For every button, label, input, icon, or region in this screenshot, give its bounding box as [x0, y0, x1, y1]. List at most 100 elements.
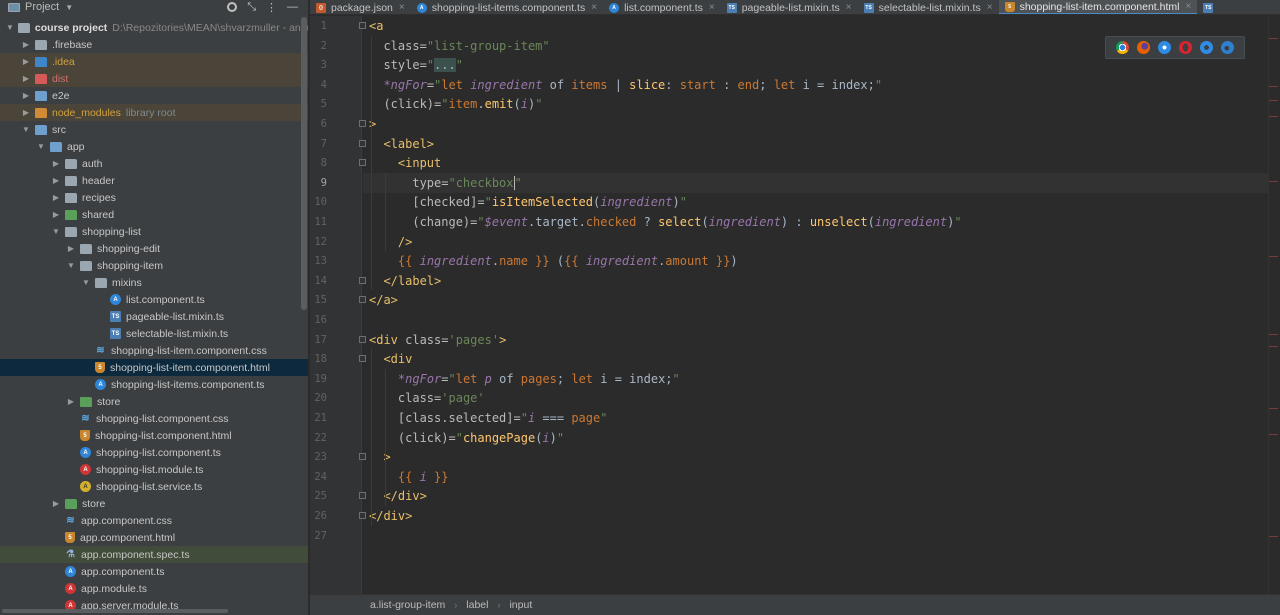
project-tree-item[interactable]: ▼ course project D:\Repozitories\MEAN\shva… — [0, 19, 308, 36]
tab[interactable]: TS pageable-list.mixin.ts × — [721, 0, 858, 14]
project-tree-item[interactable]: ▼ src — [0, 121, 308, 138]
project-tree-item[interactable]: ▶ store — [0, 495, 308, 512]
code-line[interactable]: (click)="changePage(i)" — [369, 428, 564, 448]
chevron-down-icon[interactable]: ▼ — [65, 3, 73, 12]
chevron-right-icon[interactable]: ▶ — [51, 193, 61, 202]
error-stripe-mark[interactable] — [1269, 536, 1278, 537]
error-stripe-mark[interactable] — [1269, 86, 1278, 87]
project-tree-item[interactable]: ▶≋app.component.css — [0, 512, 308, 529]
code-line[interactable]: <a — [369, 16, 383, 36]
chevron-right-icon[interactable]: ▶ — [21, 91, 31, 100]
tab[interactable]: Alist.component.ts × — [603, 0, 721, 14]
fold-marker-icon[interactable] — [359, 22, 366, 29]
chevron-right-icon[interactable]: ▶ — [21, 74, 31, 83]
fold-marker-icon[interactable] — [359, 120, 366, 127]
tab[interactable]: TS selectable-list.mixin.ts × — [858, 0, 999, 14]
project-tree-item[interactable]: ▶TSselectable-list.mixin.ts — [0, 325, 308, 342]
tab[interactable]: {} package.json × — [310, 0, 411, 14]
code-line[interactable]: (change)="$event.target.checked ? select… — [369, 212, 961, 232]
ie-icon[interactable] — [1200, 41, 1213, 54]
project-panel-header[interactable]: Project ▼ ⤡ ⋮ — — [0, 0, 308, 14]
collapse-all-icon[interactable]: ⤡ — [247, 1, 256, 14]
code-line[interactable]: type="checkbox" — [369, 173, 522, 193]
project-tree-item[interactable]: ▶Aapp.component.ts — [0, 563, 308, 580]
code-line[interactable]: *ngFor="let p of pages; let i = index;" — [369, 369, 680, 389]
project-tree-item[interactable]: ▶ dist — [0, 70, 308, 87]
project-tree-item[interactable]: ▶TSpageable-list.mixin.ts — [0, 308, 308, 325]
error-stripe-mark[interactable] — [1269, 38, 1278, 39]
project-tree-item[interactable]: ▼ app — [0, 138, 308, 155]
fold-marker-icon[interactable] — [359, 335, 366, 343]
error-stripe-mark[interactable] — [1269, 256, 1278, 257]
close-icon[interactable]: × — [1185, 1, 1191, 12]
fold-marker-icon[interactable] — [359, 512, 366, 519]
code-line[interactable]: <div — [369, 349, 412, 369]
code-line[interactable]: {{ i }} — [369, 467, 449, 487]
fold-marker-icon[interactable] — [359, 492, 366, 500]
firefox-icon[interactable] — [1137, 41, 1150, 54]
code-line[interactable]: *ngFor= " let ingredient of items | slice:… — [369, 75, 882, 95]
project-tree-item[interactable]: ▶ auth — [0, 155, 308, 172]
error-stripe[interactable] — [1268, 16, 1280, 594]
tab-active[interactable]: 5 shopping-list-item.component.html × — [998, 0, 1198, 14]
code-line[interactable]: /> — [369, 232, 412, 252]
tab[interactable]: TS — [1197, 0, 1224, 14]
error-stripe-mark[interactable] — [1269, 346, 1278, 347]
project-tree-item[interactable]: ▶5app.component.html — [0, 529, 308, 546]
code-line[interactable]: <div class='pages'> — [369, 330, 506, 350]
chevron-right-icon[interactable]: ▶ — [21, 40, 31, 49]
project-tree-item[interactable]: ▶ store — [0, 393, 308, 410]
chevron-right-icon[interactable]: ▶ — [51, 210, 61, 219]
project-tree-horizontal-scrollbar[interactable] — [2, 609, 228, 613]
breadcrumb-item[interactable]: a.list-group-item — [370, 599, 445, 611]
chevron-down-icon[interactable]: ▼ — [81, 278, 91, 287]
breadcrumb-item[interactable]: input — [509, 599, 532, 611]
chevron-down-icon[interactable]: ▼ — [51, 227, 61, 236]
fold-marker-icon[interactable] — [359, 159, 366, 167]
scroll-from-source-icon[interactable] — [227, 2, 238, 12]
code-line[interactable]: {{ ingredient.name }} ({{ ingredient.amo… — [369, 251, 738, 271]
error-stripe-mark[interactable] — [1269, 181, 1278, 182]
error-stripe-mark[interactable] — [1269, 116, 1278, 117]
error-stripe-mark[interactable] — [1269, 100, 1278, 101]
chevron-down-icon[interactable]: ▼ — [21, 125, 31, 134]
code-line[interactable]: </label> — [369, 271, 441, 291]
project-tree-item[interactable]: ▶ .firebase — [0, 36, 308, 53]
fold-marker-icon[interactable] — [359, 355, 366, 363]
code-line[interactable]: </div> — [369, 486, 426, 506]
more-options-icon[interactable]: ⋮ — [266, 1, 277, 14]
project-tree-item[interactable]: ▶⚗app.component.spec.ts — [0, 546, 308, 563]
fold-marker-icon[interactable] — [359, 453, 366, 461]
error-stripe-mark[interactable] — [1269, 334, 1278, 335]
project-tree-item[interactable]: ▶ e2e — [0, 87, 308, 104]
breadcrumb-item[interactable]: label — [466, 599, 488, 611]
edge-icon[interactable] — [1221, 41, 1234, 54]
code-line[interactable]: </div> — [369, 506, 412, 526]
safari-icon[interactable] — [1158, 41, 1171, 54]
chevron-right-icon[interactable]: ▶ — [51, 499, 61, 508]
fold-marker-icon[interactable] — [359, 276, 366, 284]
code-line[interactable]: (click)="item.emit(i)" — [369, 94, 542, 114]
close-icon[interactable]: × — [399, 2, 405, 13]
line-number-gutter[interactable]: 1 2 3 4 5 6 7 8 9 10 11 12 13 14 15 16 17 18 19 20 21 22 23 24 2… — [310, 16, 362, 594]
chevron-right-icon[interactable]: ▶ — [51, 176, 61, 185]
code-line[interactable]: > — [369, 447, 390, 467]
project-tree-item[interactable]: ▶Ashopping-list-items.component.ts — [0, 376, 308, 393]
project-tree-item[interactable]: ▼ mixins — [0, 274, 308, 291]
close-icon[interactable]: × — [709, 2, 715, 13]
project-tree-item[interactable]: ▶Ashopping-list.module.ts — [0, 461, 308, 478]
code-line[interactable]: [class.selected]="i === page" — [369, 408, 608, 428]
hide-panel-icon[interactable]: — — [287, 1, 298, 13]
opera-icon[interactable] — [1179, 41, 1192, 54]
fold-marker-icon[interactable] — [359, 296, 366, 304]
project-tree-item[interactable]: ▶ shopping-edit — [0, 240, 308, 257]
project-tree-item[interactable]: ▶ shared — [0, 206, 308, 223]
project-tree-item[interactable]: ▶5shopping-list-item.component.html — [0, 359, 308, 376]
chevron-down-icon[interactable]: ▼ — [36, 142, 46, 151]
chevron-down-icon[interactable]: ▼ — [66, 261, 76, 270]
project-tree-item[interactable]: ▶Aapp.module.ts — [0, 580, 308, 597]
project-tree-item[interactable]: ▼ shopping-item — [0, 257, 308, 274]
code-line[interactable]: <label> — [369, 134, 434, 154]
chevron-right-icon[interactable]: ▶ — [21, 57, 31, 66]
project-tree-item[interactable]: ▶ header — [0, 172, 308, 189]
